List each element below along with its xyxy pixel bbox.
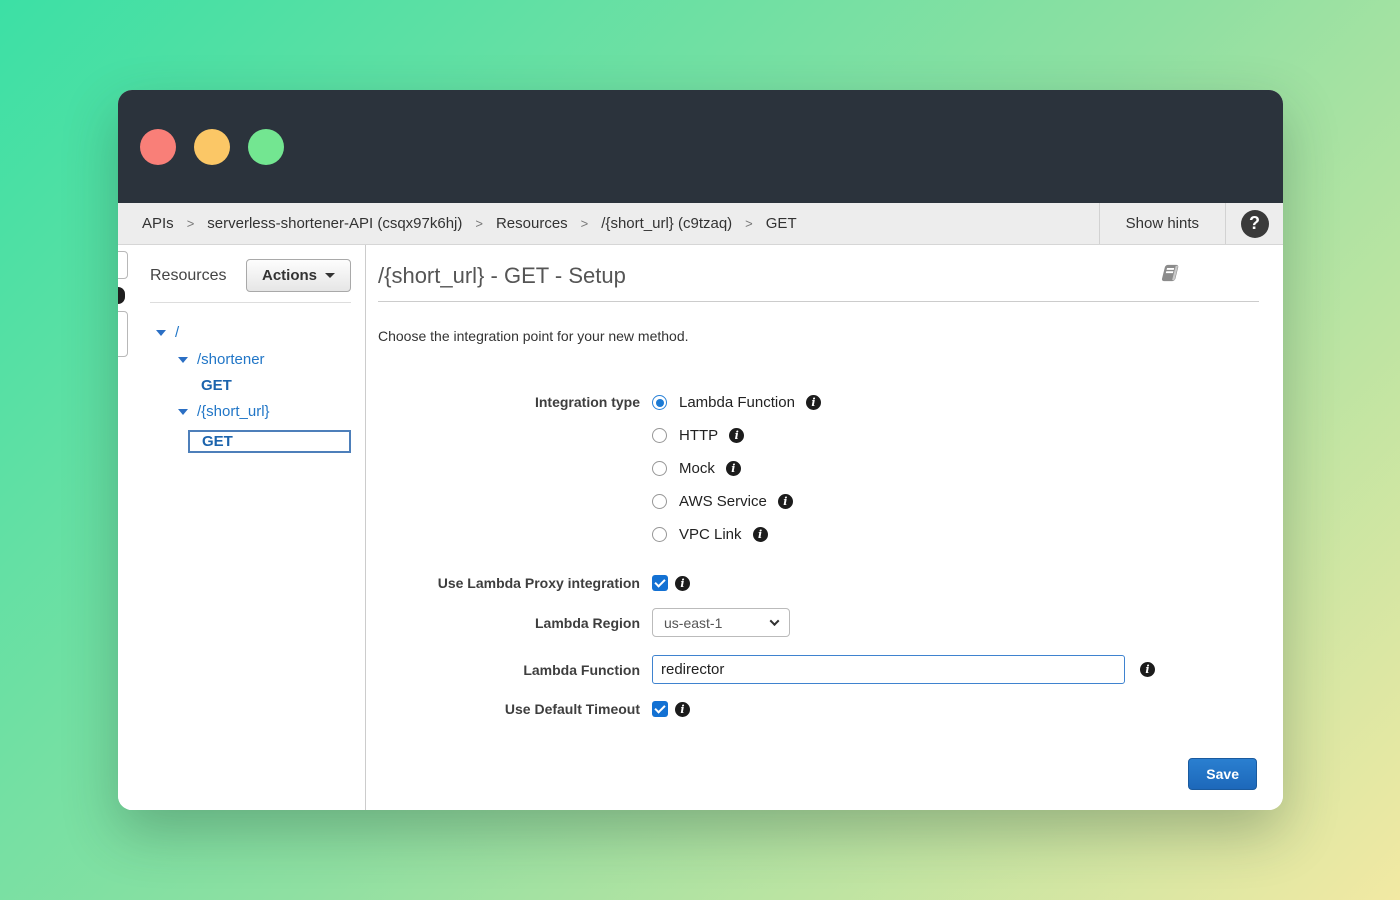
proxy-integration-row: Use Lambda Proxy integration — [378, 575, 1259, 591]
close-window-button[interactable] — [140, 129, 176, 165]
expand-arrow-icon[interactable] — [178, 357, 188, 363]
cutoff-panel-edge — [118, 311, 128, 357]
info-icon[interactable] — [753, 527, 768, 542]
cutoff-panel-edge — [118, 251, 128, 279]
lambda-region-select[interactable]: us-east-1 — [652, 608, 790, 637]
tree-item-short-url-get: GET — [142, 427, 351, 456]
resource-link[interactable]: / — [175, 324, 179, 341]
resource-link[interactable]: /shortener — [197, 351, 265, 368]
sidebar-title: Resources — [142, 267, 226, 285]
proxy-label: Use Lambda Proxy integration — [378, 575, 640, 591]
actions-dropdown-button[interactable]: Actions — [246, 259, 351, 292]
breadcrumb-api-name[interactable]: serverless-shortener-API (csqx97k6hj) — [207, 215, 462, 232]
option-vpc-link: VPC Link — [652, 518, 821, 551]
info-icon[interactable] — [675, 576, 690, 591]
title-divider — [378, 301, 1259, 302]
radio-vpc-link[interactable] — [652, 527, 667, 542]
option-label: HTTP — [679, 427, 718, 444]
option-label: Lambda Function — [679, 394, 795, 411]
lambda-function-label: Lambda Function — [378, 662, 640, 678]
lambda-function-row: Lambda Function — [378, 655, 1259, 684]
option-http: HTTP — [652, 419, 821, 452]
info-icon[interactable] — [1140, 662, 1155, 677]
sidebar-divider — [150, 302, 351, 303]
info-icon[interactable] — [806, 395, 821, 410]
resources-sidebar: Resources Actions / /shortener GET — [134, 245, 366, 810]
expand-arrow-icon[interactable] — [178, 409, 188, 415]
breadcrumb-method[interactable]: GET — [766, 215, 797, 232]
expand-arrow-icon[interactable] — [156, 330, 166, 336]
intro-text: Choose the integration point for your ne… — [378, 328, 1259, 344]
method-link[interactable]: GET — [201, 377, 232, 394]
show-hints-label: Show hints — [1126, 215, 1199, 232]
info-icon[interactable] — [778, 494, 793, 509]
selected-method-link[interactable]: GET — [188, 430, 351, 453]
lambda-region-label: Lambda Region — [378, 615, 640, 631]
breadcrumb-separator: > — [475, 216, 483, 231]
info-icon[interactable] — [729, 428, 744, 443]
chevron-down-icon — [770, 616, 780, 626]
breadcrumb-resources[interactable]: Resources — [496, 215, 568, 232]
timeout-checkbox[interactable] — [652, 701, 668, 717]
option-aws-service: AWS Service — [652, 485, 821, 518]
method-setup-pane: /{short_url} - GET - Setup Choose the in… — [366, 245, 1283, 810]
integration-type-label: Integration type — [378, 386, 640, 551]
option-label: VPC Link — [679, 526, 742, 543]
selected-region-value: us-east-1 — [664, 615, 722, 631]
info-icon[interactable] — [726, 461, 741, 476]
help-icon[interactable]: ? — [1241, 210, 1269, 238]
radio-http[interactable] — [652, 428, 667, 443]
maximize-window-button[interactable] — [248, 129, 284, 165]
breadcrumb-apis[interactable]: APIs — [142, 215, 174, 232]
show-hints-button[interactable]: Show hints — [1099, 203, 1225, 244]
lambda-region-row: Lambda Region us-east-1 — [378, 608, 1259, 637]
integration-type-group: Integration type Lambda Function HTTP — [378, 386, 1259, 551]
radio-mock[interactable] — [652, 461, 667, 476]
minimize-window-button[interactable] — [194, 129, 230, 165]
proxy-checkbox[interactable] — [652, 575, 668, 591]
chevron-down-icon — [325, 273, 335, 278]
option-lambda-function: Lambda Function — [652, 386, 821, 419]
tree-item-shortener-get[interactable]: GET — [142, 373, 351, 398]
breadcrumb-resource-path[interactable]: /{short_url} (c9tzaq) — [601, 215, 732, 232]
option-label: AWS Service — [679, 493, 767, 510]
option-mock: Mock — [652, 452, 821, 485]
tree-item-short-url[interactable]: /{short_url} — [142, 398, 351, 425]
tree-item-shortener[interactable]: /shortener — [142, 346, 351, 373]
breadcrumb-separator: > — [745, 216, 753, 231]
resource-link[interactable]: /{short_url} — [197, 403, 270, 420]
tree-item-root[interactable]: / — [142, 319, 351, 346]
default-timeout-row: Use Default Timeout — [378, 701, 1259, 717]
integration-type-options: Lambda Function HTTP Mock — [652, 386, 821, 551]
collapse-panel-handle-icon[interactable] — [118, 287, 125, 304]
default-timeout-label: Use Default Timeout — [378, 701, 640, 717]
window-titlebar — [118, 90, 1283, 203]
book-icon[interactable] — [1158, 263, 1181, 289]
breadcrumb-separator: > — [581, 216, 589, 231]
resource-tree: / /shortener GET /{short_url} GET — [142, 319, 351, 456]
content-area: Resources Actions / /shortener GET — [118, 245, 1283, 810]
actions-button-label: Actions — [262, 267, 317, 284]
browser-window: APIs > serverless-shortener-API (csqx97k… — [118, 90, 1283, 810]
breadcrumb: APIs > serverless-shortener-API (csqx97k… — [118, 203, 1283, 245]
setup-form: Integration type Lambda Function HTTP — [378, 386, 1259, 717]
left-gutter — [118, 245, 134, 810]
breadcrumb-separator: > — [187, 216, 195, 231]
help-section: ? — [1225, 203, 1283, 244]
breadcrumb-trail: APIs > serverless-shortener-API (csqx97k… — [118, 203, 1099, 244]
save-button[interactable]: Save — [1188, 758, 1257, 790]
radio-aws-service[interactable] — [652, 494, 667, 509]
info-icon[interactable] — [675, 702, 690, 717]
radio-lambda-function[interactable] — [652, 395, 667, 410]
page-title: /{short_url} - GET - Setup — [378, 261, 626, 289]
option-label: Mock — [679, 460, 715, 477]
lambda-function-input[interactable] — [652, 655, 1125, 684]
